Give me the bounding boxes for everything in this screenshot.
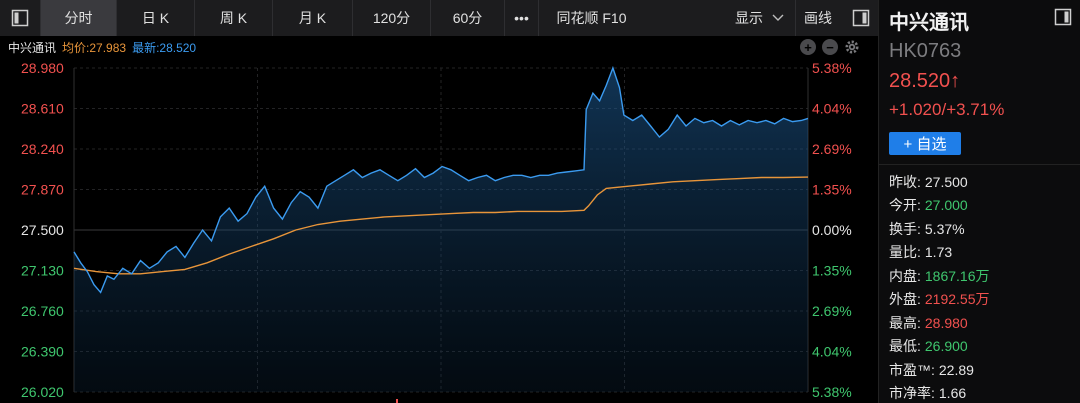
left-axis-tick: 27.130 xyxy=(21,263,64,279)
tab-f10[interactable]: 同花顺 F10 xyxy=(538,0,644,36)
stat-row: 最低: 26.900 xyxy=(889,335,990,359)
stat-row: 市盈™: 22.89 xyxy=(889,358,990,382)
stat-value: 5.37% xyxy=(924,220,965,237)
stat-row: 最高: 28.980 xyxy=(889,311,990,335)
right-axis-tick: 5.38% xyxy=(812,384,852,400)
stock-code: HK0763 xyxy=(889,40,962,62)
stat-value: 1867.16万 xyxy=(924,267,990,284)
tab-daily-k[interactable]: 日 K xyxy=(116,0,194,36)
right-axis-tick: 5.38% xyxy=(812,60,852,76)
left-axis-tick: 28.240 xyxy=(21,141,64,157)
right-axis-tick: 1.35% xyxy=(812,182,852,198)
quote-panel: 中兴通讯 HK0763 28.520↑ +1.020/+3.71% + 自选 昨… xyxy=(878,0,1080,403)
tab-monthly-k[interactable]: 月 K xyxy=(272,0,352,36)
stat-label: 今开: xyxy=(889,197,921,214)
stat-value: 22.89 xyxy=(938,361,974,378)
left-axis-tick: 26.020 xyxy=(21,384,64,400)
stat-value: 2192.55万 xyxy=(924,291,990,308)
tab-60min[interactable]: 60分 xyxy=(430,0,504,36)
left-axis-tick: 28.610 xyxy=(21,101,64,117)
stat-row: 量比: 1.73 xyxy=(889,241,990,265)
left-axis-tick: 27.870 xyxy=(21,182,64,198)
chart-controls: + − xyxy=(800,39,860,55)
right-axis-tick: 1.35% xyxy=(812,263,852,279)
stat-label: 量比: xyxy=(889,244,921,261)
stat-value: 27.000 xyxy=(924,197,968,214)
settings-gear-icon[interactable] xyxy=(844,39,860,55)
legend-last-price: 最新:28.520 xyxy=(132,40,197,55)
tab-120min[interactable]: 120分 xyxy=(352,0,430,36)
display-dropdown[interactable]: 显示 xyxy=(725,8,795,28)
panel-toggle-icon[interactable] xyxy=(844,0,878,36)
left-axis-tick: 26.760 xyxy=(21,303,64,319)
current-price: 28.520↑ xyxy=(889,70,961,92)
right-axis-tick: 0.00% xyxy=(812,222,852,238)
time-cursor-marker xyxy=(396,399,398,403)
stat-label: 内盘: xyxy=(889,267,921,284)
intraday-chart[interactable]: 28.980 28.610 28.240 27.870 27.500 27.130 26.7… xyxy=(0,56,878,403)
stat-label: 换手: xyxy=(889,220,921,237)
stat-label: 昨收: xyxy=(889,173,921,190)
chevron-down-icon xyxy=(772,14,784,21)
stat-value: 26.900 xyxy=(924,338,968,355)
stat-value: 27.500 xyxy=(924,173,968,190)
quote-stats: 昨收: 27.500 今开: 27.000 换手: 5.37% 量比: 1.73 内盘: 1867… xyxy=(889,170,990,403)
panel-divider xyxy=(879,164,1080,165)
toolbar-right-group: 显示 画线 xyxy=(725,0,878,36)
tab-intraday[interactable]: 分时 xyxy=(40,0,116,36)
right-axis-tick: 4.04% xyxy=(812,101,852,117)
more-tabs-button[interactable]: ••• xyxy=(504,0,538,36)
stat-value: 1.66 xyxy=(938,385,967,402)
tab-weekly-k[interactable]: 周 K xyxy=(194,0,272,36)
stat-row: 市净率: 1.66 xyxy=(889,382,990,403)
chart-legend: 中兴通讯 均价:27.983 最新:28.520 xyxy=(8,38,196,56)
panel-layout-icon[interactable] xyxy=(1054,8,1072,31)
stock-name: 中兴通讯 xyxy=(889,12,969,34)
right-axis-tick: 2.69% xyxy=(812,303,852,319)
stat-value: 1.73 xyxy=(924,244,953,261)
right-axis-tick: 4.04% xyxy=(812,344,852,360)
stat-value: 28.980 xyxy=(924,314,968,331)
stat-label: 最高: xyxy=(889,314,921,331)
sidebar-toggle-icon[interactable] xyxy=(0,0,40,36)
left-axis-tick: 28.980 xyxy=(21,60,64,76)
stat-row: 今开: 27.000 xyxy=(889,194,990,218)
stat-label: 外盘: xyxy=(889,291,921,308)
zoom-out-icon[interactable]: − xyxy=(822,39,838,55)
stat-label: 市净率: xyxy=(889,385,935,402)
right-percent-axis: 5.38% 4.04% 2.69% 1.35% 0.00% 1.35% 2.69% 4.04%… xyxy=(812,60,852,400)
stat-row: 换手: 5.37% xyxy=(889,217,990,241)
draw-line-button[interactable]: 画线 xyxy=(795,0,844,36)
zoom-in-icon[interactable]: + xyxy=(800,39,816,55)
left-price-axis: 28.980 28.610 28.240 27.870 27.500 27.130 26.7… xyxy=(21,60,64,400)
right-axis-tick: 2.69% xyxy=(812,141,852,157)
stat-row: 昨收: 27.500 xyxy=(889,170,990,194)
add-to-watchlist-button[interactable]: + 自选 xyxy=(889,132,961,155)
stat-label: 最低: xyxy=(889,338,921,355)
legend-name: 中兴通讯 xyxy=(8,40,57,55)
legend-avg-price: 均价:27.983 xyxy=(62,40,127,55)
chart-toolbar: 分时 日 K 周 K 月 K 120分 60分 ••• 同花顺 F10 显示 画… xyxy=(0,0,878,36)
left-axis-tick: 27.500 xyxy=(21,222,64,238)
price-change: +1.020/+3.71% xyxy=(889,100,1005,119)
display-label: 显示 xyxy=(735,10,763,26)
stat-row: 外盘: 2192.55万 xyxy=(889,288,990,312)
left-axis-tick: 26.390 xyxy=(21,344,64,360)
stat-row: 内盘: 1867.16万 xyxy=(889,264,990,288)
stat-label: 市盈™: xyxy=(889,361,935,378)
